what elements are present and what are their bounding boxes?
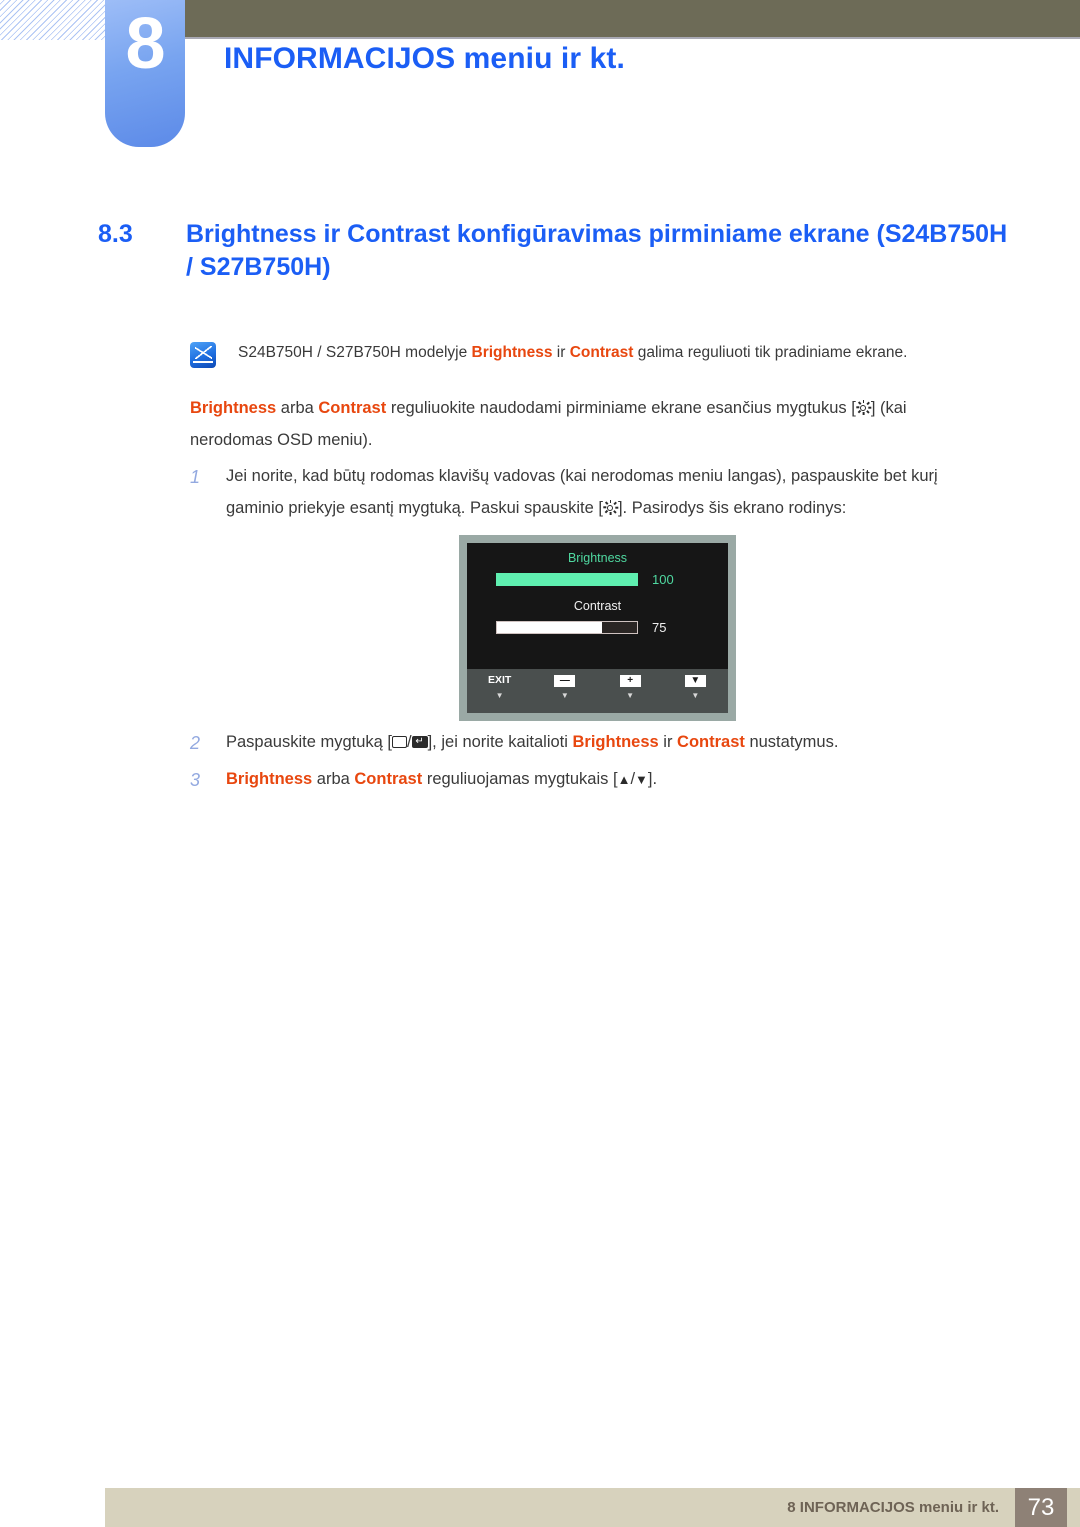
osd-contrast-label: Contrast [573,598,622,613]
minus-button-icon: — [554,675,576,687]
step2-text-part3: ir [658,733,678,751]
osd-brightness-bar[interactable] [496,572,638,586]
section-title: Brightness ir Contrast konfigūravimas pi… [186,218,1018,285]
osd-screenshot: Brightness 100 Contrast 75 EXIT ▼ — ▼ + [459,535,736,721]
osd-content: Brightness 100 Contrast 75 [467,543,728,669]
brightness-sun-icon [602,500,618,516]
note-pen-icon [190,342,216,368]
osd-contrast-value: 75 [652,619,667,635]
decorative-hatch-pattern [0,0,108,40]
note-callout: S24B750H / S27B750H modelyje Brightness … [190,341,1000,368]
osd-screen: Brightness 100 Contrast 75 EXIT ▼ — ▼ + [467,543,728,713]
step2-text-part2: ], jei norite kaitalioti [427,733,573,751]
note-pen-rule [193,361,213,363]
section-title-line1: Brightness ir Contrast konfigūravimas pi… [186,220,870,248]
note-pen-nib [195,346,212,359]
step3-text-part2: reguliuojamas mygtukais [ [422,770,618,789]
step-number-2: 2 [190,733,201,753]
brightness-sun-icon [855,400,871,415]
note-text-part3: galima reguliuoti tik pradiniame ekrane. [633,344,908,361]
note-text: S24B750H / S27B750H modelyje Brightness … [238,341,907,364]
intro-paragraph: Brightness arba Contrast reguliuokite na… [190,392,990,456]
osd-down-button[interactable]: ▼ ▼ [663,674,728,700]
page-footer: 8 INFORMACIJOS meniu ir kt. 73 [105,1488,1080,1527]
step2-separator: / [407,733,412,751]
enter-return-icon: ↵ [411,736,428,748]
osd-minus-button[interactable]: — ▼ [532,674,597,700]
intro-keyword-contrast: Contrast [318,399,387,417]
note-keyword-contrast: Contrast [569,344,634,361]
arrow-down-icon: ▼ [635,772,648,788]
step-number-3: 3 [190,770,201,791]
osd-exit-caret: ▼ [495,691,504,700]
menu-rect-icon [392,736,407,748]
step-body-3: Brightness arba Contrast reguliuojamas m… [226,763,1000,795]
note-text-part2: ir [552,344,570,361]
osd-brightness-value: 100 [652,571,674,587]
osd-contrast-row: 75 [467,619,728,635]
osd-plus-caret: ▼ [626,691,635,700]
step3-keyword-brightness: Brightness [226,770,313,789]
step2-keyword-brightness: Brightness [572,733,659,751]
osd-contrast-bar[interactable] [496,620,638,634]
step-item-1: 1 Jei norite, kad būtų rodomas klavišų v… [190,460,1000,524]
note-keyword-brightness: Brightness [471,344,553,361]
osd-exit-button[interactable]: EXIT ▼ [467,674,532,700]
chapter-number: 8 [125,4,165,84]
step1-text-part2: ]. Pasirodys šis ekrano rodinys: [617,499,847,518]
osd-down-caret: ▼ [691,691,700,700]
note-text-part1: S24B750H / S27B750H modelyje [238,344,472,361]
down-button-icon: ▼ [684,675,706,687]
section-heading: 8.3 Brightness ir Contrast konfigūravima… [98,218,1018,285]
footer-page-number: 73 [1015,1488,1067,1527]
osd-brightness-label: Brightness [567,551,628,565]
arrow-up-icon: ▲ [617,772,631,788]
step-number-1: 1 [190,467,201,487]
section-number: 8.3 [98,220,133,248]
intro-keyword-brightness: Brightness [190,399,277,417]
osd-exit-label: EXIT [487,674,512,686]
header-olive-bar [180,0,1080,39]
osd-contrast-fill [497,621,602,633]
footer-chapter-label: 8 INFORMACIJOS meniu ir kt. [787,1499,999,1516]
page-title: INFORMACIJOS meniu ir kt. [224,42,625,75]
page-header: 8 INFORMACIJOS meniu ir kt. [0,0,1080,170]
step3-text-part3: ]. [647,770,658,789]
step-list-second: 2 Paspauskite mygtuką [ / ↵], jei norite k… [190,726,1000,800]
step2-text-part1: Paspauskite mygtuką [ [226,733,392,751]
chapter-tab: 8 [105,0,185,147]
step2-text-part4: nustatymus. [744,733,839,751]
osd-minus-caret: ▼ [560,691,569,700]
osd-toolbar: EXIT ▼ — ▼ + ▼ ▼ ▼ [467,669,728,713]
step-body-2: Paspauskite mygtuką [ / ↵], jei norite kai… [226,726,1000,758]
plus-button-icon: + [619,675,641,687]
step-list-first: 1 Jei norite, kad būtų rodomas klavišų v… [190,460,1000,526]
intro-text-part1: arba [276,399,319,417]
osd-plus-button[interactable]: + ▼ [598,674,663,700]
osd-brightness-row: 100 [467,571,728,587]
step3-keyword-contrast: Contrast [354,770,423,789]
step2-keyword-contrast: Contrast [677,733,745,751]
step-body-1: Jei norite, kad būtų rodomas klavišų vad… [226,460,1000,524]
step-item-3: 3 Brightness arba Contrast reguliuojamas… [190,763,1000,798]
step3-text-part1: arba [312,770,355,789]
intro-text-part2: reguliuokite naudodami pirminiame ekrane… [386,399,856,417]
step-item-2: 2 Paspauskite mygtuką [ / ↵], jei norite k… [190,726,1000,761]
